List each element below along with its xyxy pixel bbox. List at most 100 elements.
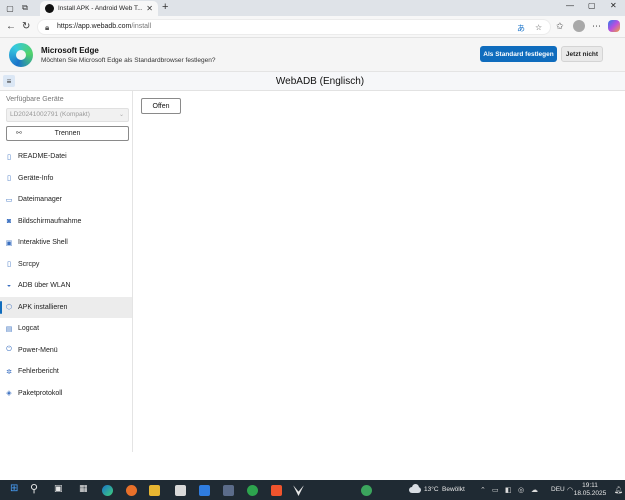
sidebar-item-label: APK installieren [18,303,68,311]
not-now-button[interactable]: Jetzt nicht [561,46,603,62]
sidebar-item-label: Paketprotokoll [18,389,63,397]
tray-app-icon-3[interactable]: ◎ [518,486,524,494]
start-icon[interactable]: ⊞ [10,483,18,494]
clock-date[interactable]: 18.05.2025 [570,490,610,497]
new-tab-icon[interactable]: + [162,2,168,13]
main-content: Offen [133,91,625,452]
close-window-icon[interactable]: ✕ [610,1,617,10]
dropbox-icon[interactable] [199,485,210,496]
minimize-icon[interactable]: — [566,1,574,10]
banner-heading: Microsoft Edge [41,46,99,55]
disconnect-button[interactable]: ⚯ Trennen [6,126,129,141]
sidebar-item-fehlerbericht[interactable]: ✲ Fehlerbericht [0,361,132,383]
tab-install-apk[interactable]: Install APK - Android Web T... ✕ [40,1,158,16]
sidebar-item-bildschirmaufnahme[interactable]: ◙ Bildschirmaufnahme [0,211,132,233]
open-button[interactable]: Offen [141,98,181,114]
lock-icon[interactable]: 🔒︎ [45,23,49,33]
language-indicator[interactable]: DEU [551,486,565,493]
camera-icon: ◙ [6,217,12,225]
address-bar-row: ← ↻ 🔒︎ https://app.webadb.com/install あ … [0,16,625,38]
notification-icon[interactable]: 🔔︎ [614,486,623,494]
close-tab-icon[interactable]: ✕ [146,4,153,13]
sidebar-item-label: Dateimanager [18,196,62,204]
sidebar-item-label: Geräte-Info [18,174,54,182]
back-icon[interactable]: ← [6,21,16,32]
brave-icon[interactable] [271,485,282,496]
sidebar-item-label: Scrcpy [18,260,40,268]
banner-subtext: Möchten Sie Microsoft Edge als Standardb… [41,57,216,64]
sidebar-item-logcat[interactable]: ▤ Logcat [0,318,132,340]
set-default-button[interactable]: Als Standard festlegen [480,46,557,62]
windows-taskbar: ⊞ ⚲ ▣ ▦ 13°C Bewölkt ⌃ ▭ ◧ ◎ ☁ DEU ◠ 19:… [0,480,625,500]
unlink-icon: ⚯ [16,130,22,137]
chat-app-icon[interactable] [247,485,258,496]
clock-time[interactable]: 19:11 [578,482,602,489]
favorite-star-icon[interactable]: ☆ [535,23,542,32]
package-icon: ⬡ [5,304,13,312]
copilot-icon[interactable] [608,20,620,32]
cloudy-weather-icon[interactable] [409,484,421,494]
sidebar-item-label: Power-Menü [18,346,58,354]
nav-list: ▯ README-Datei ▯ Geräte-Info ▭ Dateimanager ◙ B… [0,146,132,404]
sidebar-item-label: Logcat [18,325,40,333]
list-icon: ▤ [5,325,13,333]
tab-actions-icon[interactable]: ⧉ [20,3,30,13]
sidebar-item-paketprotokoll[interactable]: ◈ Paketprotokoll [0,383,132,405]
file-explorer-icon[interactable] [149,485,160,496]
tray-chevron-icon[interactable]: ⌃ [480,486,486,494]
more-menu-icon[interactable]: ⋯ [592,21,601,32]
vpn-icon[interactable] [293,485,304,496]
edge-taskbar-icon[interactable] [102,485,113,496]
edge-logo-icon [9,43,33,67]
search-icon[interactable]: ⚲ [30,482,38,495]
sidebar-item-label: README-Datei [18,153,67,161]
browser-tab-bar: ▢ ⧉ Install APK - Android Web T... ✕ + —… [0,0,625,16]
bug-icon: ✲ [6,368,12,376]
sidebar-item-label: ADB über WLAN [18,282,71,290]
sidebar: Verfügbare Geräte LD20241002791 (Kompakt… [0,91,133,452]
url-host: https://app.webadb.com [57,23,132,30]
favorites-icon[interactable]: ✩ [556,21,564,32]
tray-app-icon-2[interactable]: ◧ [505,486,512,494]
workspaces-icon[interactable]: ▢ [5,3,15,13]
sidebar-item-geräte-info[interactable]: ▯ Geräte-Info [0,168,132,190]
disconnect-label: Trennen [54,130,81,137]
sidebar-item-dateimanager[interactable]: ▭ Dateimanager [0,189,132,211]
phone-icon: ▯ [7,175,11,183]
screen-mirror-icon: ▯ [7,261,11,269]
sidebar-item-scrcpy[interactable]: ▯ Scrcpy [0,254,132,276]
maximize-icon[interactable]: ▢ [588,1,596,10]
refresh-icon[interactable]: ↻ [22,21,30,32]
url-text[interactable]: https://app.webadb.com/install [57,23,151,30]
available-devices-label: Verfügbare Geräte [6,96,64,103]
sidebar-item-readme-datei[interactable]: ▯ README-Datei [0,146,132,168]
folder-icon: ▭ [5,196,13,204]
sidebar-item-label: Interaktive Shell [18,239,68,247]
wifi-icon: ◒ [6,282,12,290]
sidebar-item-label: Fehlerbericht [18,368,59,376]
terminal-icon: ▣ [5,239,13,247]
chrome-like-icon[interactable] [361,485,372,496]
widgets-icon[interactable]: ▦ [79,483,88,494]
device-select[interactable]: LD20241002791 (Kompakt) ⌄ [6,108,129,122]
power-icon: ⏻ [6,346,12,354]
address-bar[interactable]: 🔒︎ https://app.webadb.com/install あ ☆ [37,19,551,35]
weather-temp[interactable]: 13°C [424,486,439,493]
tab-title: Install APK - Android Web T... [58,5,143,12]
sidebar-item-apk-installieren[interactable]: ⬡ APK installieren [0,296,132,318]
firefox-icon[interactable] [126,485,137,496]
device-select-value: LD20241002791 (Kompakt) [10,111,90,118]
weather-text[interactable]: Bewölkt [442,486,465,493]
app-icon[interactable] [223,485,234,496]
translate-icon[interactable]: あ [517,23,525,34]
tray-app-icon[interactable]: ▭ [492,486,499,494]
app-header: ≡ WebADB (Englisch) [0,72,625,91]
store-icon[interactable] [175,485,186,496]
onedrive-icon[interactable]: ☁ [531,486,538,494]
profile-avatar[interactable] [573,20,585,32]
sidebar-item-adb-über-wlan[interactable]: ◒ ADB über WLAN [0,275,132,297]
sidebar-item-power-menü[interactable]: ⏻ Power-Menü [0,340,132,362]
sidebar-item-label: Bildschirmaufnahme [18,217,82,225]
task-view-icon[interactable]: ▣ [54,483,63,494]
sidebar-item-interaktive-shell[interactable]: ▣ Interaktive Shell [0,232,132,254]
